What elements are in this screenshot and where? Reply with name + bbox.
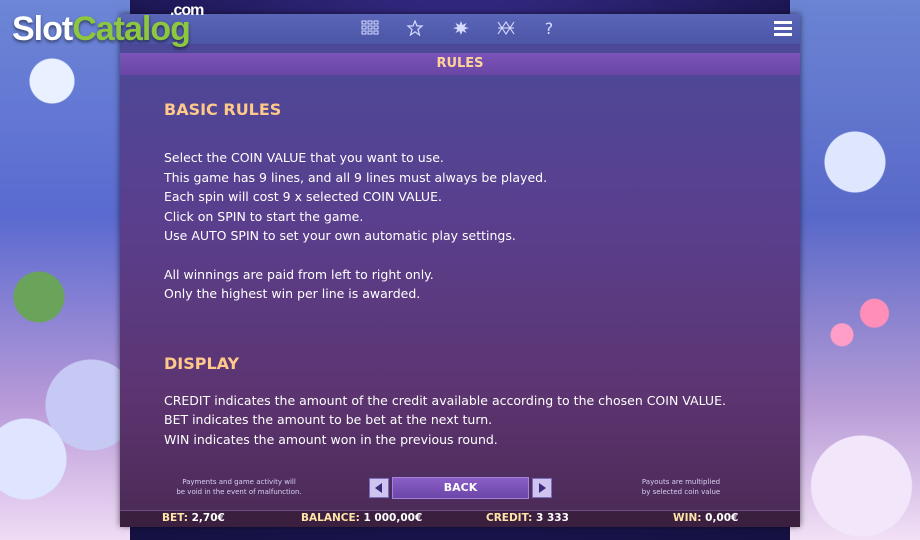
slotcatalog-watermark: SlotCatalog .com <box>12 2 204 49</box>
credit-value: 3 333 <box>536 512 569 524</box>
display-line: CREDIT indicates the amount of the credi… <box>164 392 726 408</box>
win-display: WIN: 0,00€ <box>673 512 738 524</box>
rules-panel: ? RULES BASIC RULES Select the COIN VALU… <box>120 14 800 527</box>
bet-display: BET: 2,70€ <box>162 512 225 524</box>
bet-label: BET: <box>162 512 188 524</box>
display-line: WIN indicates the amount won in the prev… <box>164 431 498 447</box>
disclaimer-line: Payments and game activity will <box>182 478 296 486</box>
rule-line: This game has 9 lines, and all 9 lines m… <box>164 169 548 185</box>
disclaimer-line: be void in the event of malfunction. <box>176 488 302 496</box>
rule-line: Only the highest win per line is awarded… <box>164 286 421 301</box>
credit-display: CREDIT: 3 333 <box>486 512 569 524</box>
background-scenery-right <box>790 0 920 540</box>
splash-icon[interactable] <box>451 20 471 38</box>
lines-icon[interactable] <box>496 20 516 38</box>
star-icon[interactable] <box>405 19 425 38</box>
balance-value: 1 000,00€ <box>363 512 423 524</box>
back-button[interactable]: BACK <box>392 477 529 499</box>
page-title: RULES <box>120 53 800 75</box>
payout-note: Payouts are multiplied by selected coin … <box>606 477 756 497</box>
payout-note-line: Payouts are multiplied <box>641 478 721 486</box>
arrow-left-icon <box>375 483 382 493</box>
rule-line: Click on SPIN to start the game. <box>164 208 364 224</box>
watermark-com: .com <box>170 2 204 19</box>
arrow-right-icon <box>539 483 546 493</box>
display-heading: DISPLAY <box>164 353 240 373</box>
rule-line: Use AUTO SPIN to set your own automatic … <box>164 228 516 243</box>
basic-rules-heading: BASIC RULES <box>164 100 282 119</box>
win-label: WIN: <box>673 512 702 524</box>
status-bar: BET: 2,70€ BALANCE: 1 000,00€ CREDIT: 3 … <box>120 510 800 527</box>
watermark-slot: Slot <box>12 10 73 48</box>
rule-line: Each spin will cost 9 x selected COIN VA… <box>164 189 442 204</box>
rules-content: BASIC RULES Select the COIN VALUE that y… <box>164 100 784 449</box>
payout-note-line: by selected coin value <box>641 488 721 496</box>
win-value: 0,00€ <box>705 512 739 524</box>
credit-label: CREDIT: <box>486 512 533 524</box>
display-line: BET indicates the amount to be bet at th… <box>164 412 493 427</box>
question-icon[interactable]: ? <box>539 20 559 38</box>
balance-display: BALANCE: 1 000,00€ <box>301 512 422 524</box>
bet-value: 2,70€ <box>191 512 225 524</box>
background-scenery-left <box>0 0 130 540</box>
rule-line: Select the COIN VALUE that you want to u… <box>164 150 444 165</box>
paytable-grid-icon[interactable] <box>360 20 380 38</box>
next-page-button[interactable] <box>532 478 552 498</box>
top-navigation-bar: ? <box>120 14 800 44</box>
malfunction-disclaimer: Payments and game activity will be void … <box>164 477 314 497</box>
previous-page-button[interactable] <box>369 478 389 498</box>
rule-line: All winnings are paid from left to right… <box>164 266 434 282</box>
balance-label: BALANCE: <box>301 512 360 524</box>
menu-hamburger-icon[interactable] <box>774 21 792 37</box>
